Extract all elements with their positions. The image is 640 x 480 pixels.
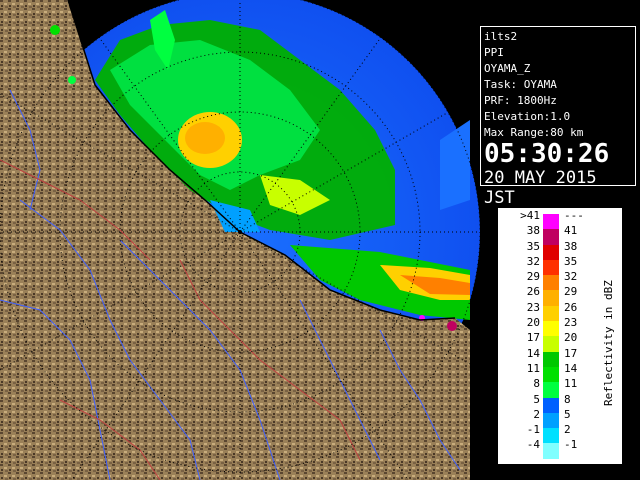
legend-upper-label: 20: [526, 316, 540, 330]
elevation-label: Elevation:1.0: [484, 110, 571, 123]
prf-label: PRF: 1800Hz: [484, 94, 557, 107]
legend-lower-label: 35: [564, 254, 578, 268]
legend-color-cell: [543, 229, 559, 245]
legend-color-cell: [543, 321, 559, 337]
legend-lower-label: -1: [564, 438, 578, 452]
legend-upper-label: -1: [526, 423, 540, 437]
legend-upper-label: -4: [526, 438, 540, 452]
legend-upper-label: 35: [526, 239, 540, 253]
legend-color-cell: [543, 336, 559, 352]
color-legend: >41 38 35 32 29 26 23 20 17 14 11 8 5 2 -1 -4 --- 41 38 35…: [498, 208, 622, 464]
legend-axis-label: Reflectivity in dBZ: [602, 280, 615, 406]
legend-lower-label: 29: [564, 285, 578, 299]
legend-color-cell: [543, 412, 559, 429]
legend-lower-label: 26: [564, 300, 578, 314]
legend-upper-label: 8: [533, 377, 540, 391]
legend-upper-bounds: >41 38 35 32 29 26 23 20 17 14 11 8 5 2 -1 -4: [502, 208, 540, 453]
legend-lower-bounds: --- 41 38 35 32 29 26 23 20 17 14 11 8 5 2 -1: [564, 208, 596, 453]
legend-lower-label: 20: [564, 331, 578, 345]
legend-color-cell: [543, 290, 559, 306]
legend-color-cell: [543, 382, 559, 398]
legend-color-cell: [543, 305, 559, 322]
legend-color-bar: [543, 214, 559, 459]
legend-lower-label: 14: [564, 361, 578, 375]
legend-color-cell: [543, 366, 559, 383]
legend-color-cell: [543, 397, 559, 413]
legend-lower-label: 2: [564, 423, 571, 437]
legend-color-cell: [543, 214, 559, 230]
observation-date: 20 MAY 2015 JST: [484, 168, 597, 208]
product-type: PPI: [484, 46, 504, 59]
legend-color-cell: [543, 443, 559, 459]
legend-axis-label-box: Reflectivity in dBZ: [598, 280, 618, 406]
legend-upper-label: 23: [526, 300, 540, 314]
legend-color-cell: [543, 428, 559, 444]
legend-lower-label: ---: [564, 209, 584, 222]
legend-upper-label: 32: [526, 254, 540, 268]
radar-name: OYAMA_Z: [484, 62, 531, 75]
radar-site-marker: [238, 230, 242, 234]
site-id: ilts2: [484, 30, 518, 43]
radar-info-panel: ilts2 PPI OYAMA_Z Task: OYAMA PRF: 1800H…: [480, 26, 636, 208]
legend-lower-label: 17: [564, 346, 578, 360]
legend-color-cell: [543, 244, 559, 260]
legend-lower-label: 8: [564, 392, 571, 406]
legend-lower-label: 38: [564, 239, 578, 253]
legend-lower-label: 32: [564, 270, 578, 284]
legend-color-cell: [543, 259, 559, 276]
legend-lower-label: 41: [564, 224, 578, 238]
legend-lower-label: 23: [564, 316, 578, 330]
legend-lower-label: 5: [564, 407, 571, 421]
legend-upper-label: 17: [526, 331, 540, 345]
legend-upper-label: 38: [526, 224, 540, 238]
legend-upper-label: 26: [526, 285, 540, 299]
observation-time: 05:30:26: [484, 139, 610, 169]
legend-upper-label: 2: [533, 407, 540, 421]
legend-upper-label: 29: [526, 270, 540, 284]
legend-color-cell: [543, 351, 559, 367]
legend-upper-label: 11: [526, 361, 540, 375]
legend-upper-label: 5: [533, 392, 540, 406]
legend-upper-label: 14: [526, 346, 540, 360]
legend-upper-label: >41: [520, 209, 540, 222]
task-label: Task: OYAMA: [484, 78, 557, 91]
legend-color-cell: [543, 275, 559, 291]
legend-lower-label: 11: [564, 377, 578, 391]
